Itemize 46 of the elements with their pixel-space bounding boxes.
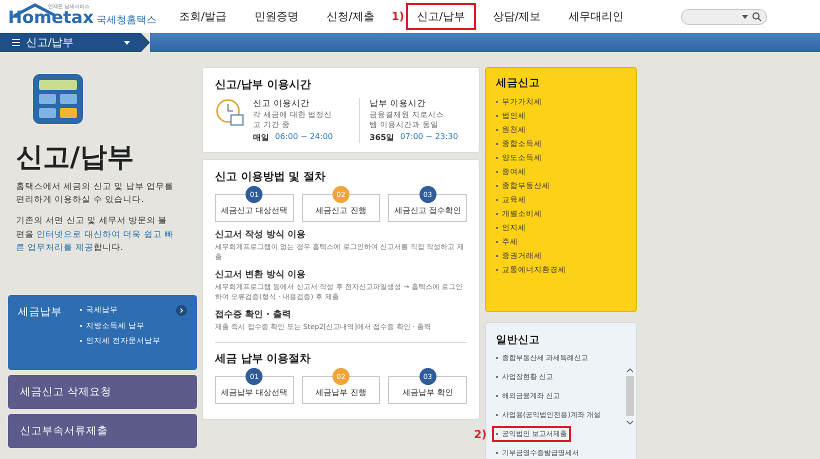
step-label: 세금납부 진행: [316, 386, 366, 398]
method-title: 신고서 변환 방식 이용: [215, 269, 306, 282]
intro-paragraph: 기존의 서면 신고 및 세무서 방문의 불편을 인터넷으로 대신하여 더욱 쉽고 빠른 업무처리를 제공합니다.: [16, 215, 175, 255]
panel-title: 세금신고: [496, 76, 541, 90]
menu-icon[interactable]: [12, 39, 20, 46]
section-title: 신고/납부 이용시간: [215, 77, 312, 92]
annotation-marker: 2): [474, 428, 487, 440]
nav-link[interactable]: 조회/발급: [168, 3, 238, 30]
annotation-marker: 1): [391, 10, 404, 23]
hours-title: 신고 이용시간: [253, 98, 311, 110]
side-menu-title[interactable]: 세금납부: [18, 304, 62, 360]
hours-time: 07:00 ~ 23:30: [400, 132, 458, 144]
nav-link[interactable]: 민원증명: [244, 3, 310, 30]
section-title: 세금 납부 이용절차: [215, 351, 312, 366]
hours-days: 365일: [370, 132, 394, 144]
logo-subtitle: 국세청홈택스: [96, 14, 157, 27]
step-label: 세금납부 대상선택: [221, 386, 288, 398]
logo-brand[interactable]: Hometax: [8, 10, 94, 27]
section-title: 신고 이용방법 및 절차: [215, 169, 326, 184]
search-field[interactable]: [680, 8, 767, 24]
menu-dropdown[interactable]: 신고/납부: [0, 33, 150, 52]
nav-link[interactable]: 신청/제출: [316, 3, 386, 30]
method-title: 신고서 작성 방식 이용: [215, 229, 306, 242]
nav-link[interactable]: 세무대리인: [558, 3, 635, 30]
page-title: 신고/납부: [16, 141, 135, 175]
caret-icon[interactable]: [124, 40, 130, 44]
search-icon[interactable]: [752, 12, 762, 22]
step-label: 세금신고 진행: [316, 204, 366, 216]
side-menu-button[interactable]: 세금신고 삭제요청: [8, 374, 197, 409]
panel-title: 일반신고: [496, 333, 541, 347]
nav-link[interactable]: 신고/납부: [406, 3, 476, 30]
hours-time: 06:00 ~ 24:00: [275, 132, 333, 144]
scrollbar[interactable]: [626, 367, 634, 427]
step-label: 세금신고 접수확인: [394, 204, 461, 216]
side-menu-button[interactable]: 신고부속서류제출: [8, 414, 197, 448]
hours-days: 매일: [253, 132, 269, 144]
nav-link[interactable]: 상담/제보: [482, 3, 552, 30]
intro-paragraph: 홈택스에서 세금의 신고 및 납부 업무를 편리하게 이용하실 수 있습니다.: [16, 181, 175, 208]
hours-title: 납부 이용시간: [370, 98, 428, 110]
method-title: 접수증 확인 · 출력: [215, 308, 292, 321]
step-label: 세금신고 대상선택: [221, 204, 288, 216]
chevron-right-icon[interactable]: [176, 304, 187, 316]
caret-icon[interactable]: [742, 14, 748, 18]
clock-calendar-icon: [215, 98, 245, 128]
calculator-icon: [32, 73, 84, 125]
step-label: 세금납부 확인: [402, 386, 453, 398]
